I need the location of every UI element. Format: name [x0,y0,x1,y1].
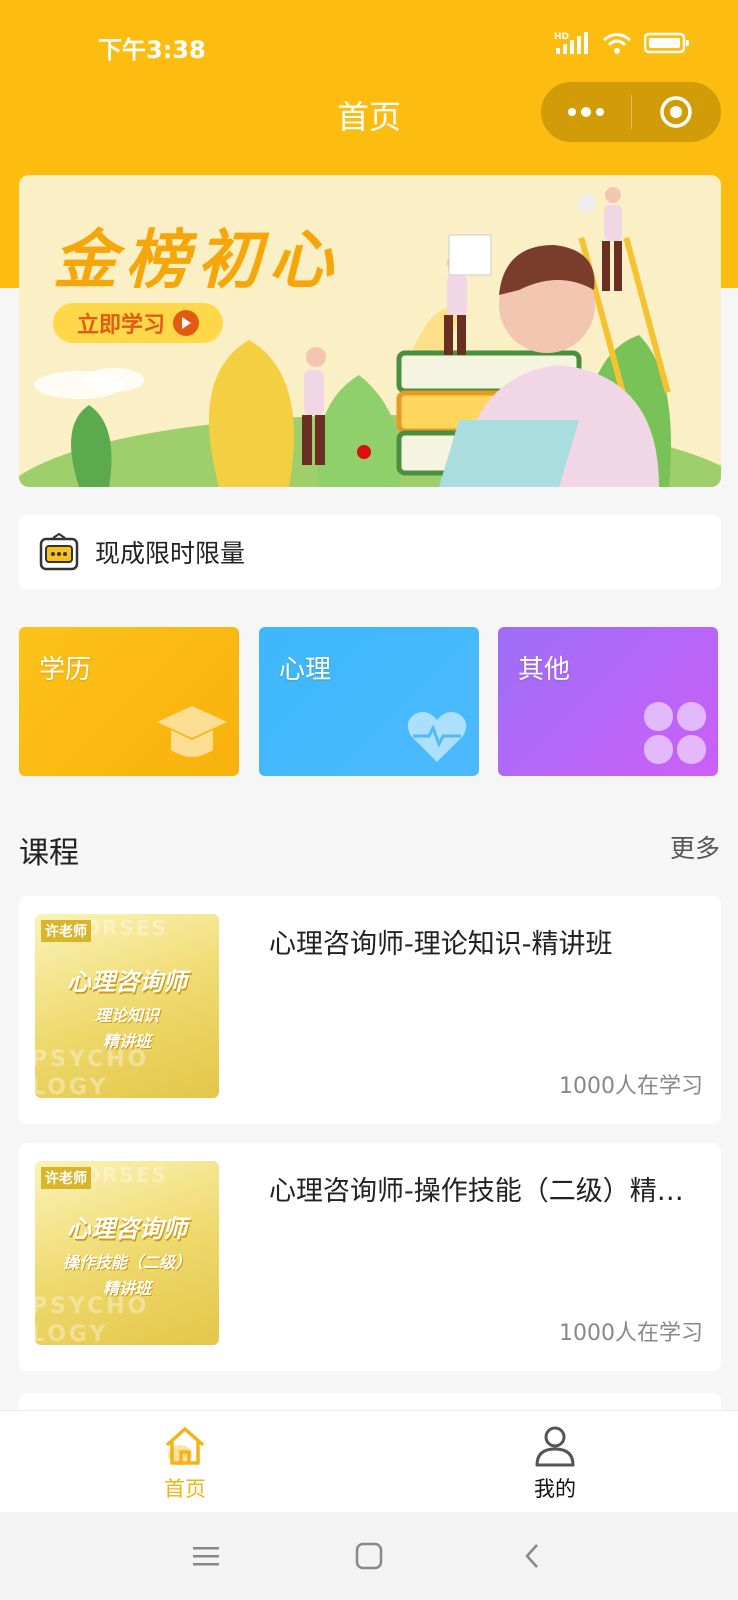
radio-icon [39,532,79,571]
square-icon [355,1542,383,1570]
category-psychology[interactable]: 心理 [259,627,479,776]
thumb-class: 精讲班 [102,1032,151,1051]
menu-icon [193,1547,219,1566]
back-button[interactable] [512,1536,552,1576]
user-icon [535,1426,575,1467]
thumb-watermark: PSYCHO LOGY [35,1047,150,1098]
status-time: 下午3:38 [98,36,206,64]
thumb-watermark: PSYCHO LOGY [35,1294,150,1345]
course-section-title: 课程 [19,836,79,871]
battery-icon [644,32,689,54]
notice-text: 现成限时限量 [95,539,246,568]
thumb-subtitle: 操作技能（二级） [62,1253,191,1272]
heart-pulse-icon [407,712,467,762]
category-psychology-label: 心理 [279,655,332,685]
recent-apps-button[interactable] [186,1536,226,1576]
system-navigation-bar [0,1512,738,1600]
tab-home-label: 首页 [164,1477,206,1501]
course-title: 心理咨询师-操作技能（二级）精讲班 [269,1176,699,1207]
category-education-label: 学历 [39,655,92,685]
chevron-left-icon [525,1544,538,1568]
thumb-watermark: ORSES [83,916,168,940]
tab-mine-label: 我的 [534,1477,576,1501]
wifi-icon [603,33,631,54]
thumb-watermark: ORSES [83,1163,168,1187]
close-miniapp-button[interactable] [632,82,722,142]
course-learners: 1000人在学习 [559,1074,703,1099]
course-thumbnail: ORSES PSYCHO LOGY 许老师 心理咨询师 理论知识 精讲班 [35,914,219,1098]
tab-bar: 首页 我的 [0,1410,738,1513]
course-card[interactable]: ORSES PSYCHO LOGY 许老师 心理咨询师 理论知识 精讲班 心理咨… [19,896,721,1124]
category-education[interactable]: 学历 [19,627,239,776]
thumb-subtitle: 理论知识 [94,1006,159,1025]
category-other-label: 其他 [518,655,571,685]
more-courses-link[interactable]: 更多 [670,829,720,865]
course-learners: 1000人在学习 [559,1321,703,1346]
signal-icon: HD [554,32,588,54]
category-other[interactable]: 其他 [498,627,718,776]
thumb-teacher: 许老师 [41,920,91,942]
course-thumbnail: ORSES PSYCHO LOGY 许老师 心理咨询师 操作技能（二级） 精讲班 [35,1161,219,1345]
more-button[interactable] [541,82,631,142]
course-title: 心理咨询师-理论知识-精讲班 [269,929,613,960]
banner-title: 金榜初心 [53,224,341,298]
tab-mine[interactable]: 我的 [495,1425,615,1503]
course-card[interactable]: ORSES PSYCHO LOGY 许老师 心理咨询师 操作技能（二级） 精讲班… [19,1143,721,1371]
status-icons: HD [554,30,690,56]
status-bar: 下午3:38 HD [0,0,738,90]
miniapp-capsule [541,82,721,142]
target-icon [660,96,692,128]
more-dots-icon [567,107,604,117]
thumb-title: 心理咨询师 [67,968,187,996]
network-label: HD [554,32,569,42]
thumb-title: 心理咨询师 [67,1215,187,1243]
start-learning-label: 立即学习 [76,313,165,338]
notice-bar[interactable]: 现成限时限量 [19,515,721,589]
tab-home[interactable]: 首页 [125,1425,245,1503]
home-system-button[interactable] [349,1536,389,1576]
thumb-class: 精讲班 [102,1279,151,1298]
graduation-cap-icon [157,706,227,757]
play-icon [173,310,199,336]
start-learning-button[interactable]: 立即学习 [53,303,223,343]
clover-icon [644,702,706,764]
promo-banner[interactable]: 金榜初心 立即学习 [19,175,721,487]
thumb-teacher: 许老师 [41,1167,91,1189]
home-icon [165,1427,205,1465]
